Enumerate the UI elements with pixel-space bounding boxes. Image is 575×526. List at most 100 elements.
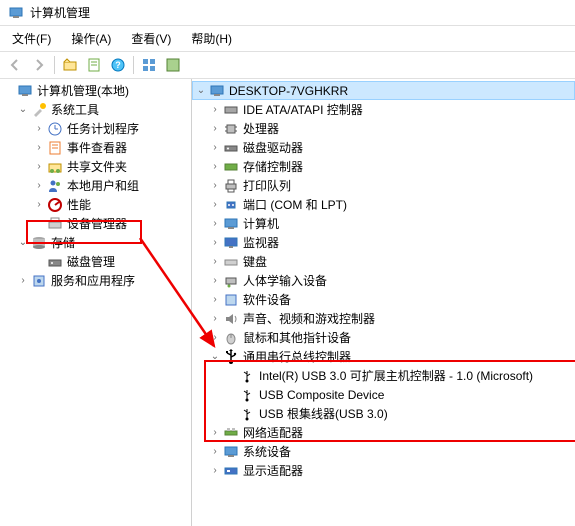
- expander-icon[interactable]: ›: [208, 141, 222, 155]
- expander-icon[interactable]: ›: [208, 464, 222, 478]
- computer-mgmt-icon: [17, 83, 33, 99]
- tree-label: 显示适配器: [243, 462, 303, 479]
- menu-file[interactable]: 文件(F): [4, 28, 59, 49]
- device-disk-drives[interactable]: › 磁盘驱动器: [192, 138, 575, 157]
- menu-help[interactable]: 帮助(H): [183, 28, 240, 49]
- ide-icon: [223, 102, 239, 118]
- sound-icon: [223, 311, 239, 327]
- device-tree-root[interactable]: ⌄ DESKTOP-7VGHKRR: [192, 81, 575, 100]
- view-button[interactable]: [138, 54, 160, 76]
- tree-task-scheduler[interactable]: › 任务计划程序: [0, 119, 191, 138]
- device-computers[interactable]: ›计算机: [192, 214, 575, 233]
- network-icon: [223, 425, 239, 441]
- expander-icon[interactable]: ›: [208, 198, 222, 212]
- tree-disk-mgmt[interactable]: 磁盘管理: [0, 252, 191, 271]
- device-network[interactable]: ›网络适配器: [192, 423, 575, 442]
- expander-icon[interactable]: ›: [208, 179, 222, 193]
- expander-icon[interactable]: ›: [32, 179, 46, 193]
- expander-icon[interactable]: ›: [32, 198, 46, 212]
- svg-text:?: ?: [115, 60, 121, 70]
- tree-label: 任务计划程序: [67, 120, 139, 137]
- expander-icon[interactable]: ›: [32, 160, 46, 174]
- tree-label: DESKTOP-7VGHKRR: [229, 84, 348, 98]
- device-sound[interactable]: ›声音、视频和游戏控制器: [192, 309, 575, 328]
- device-print-queues[interactable]: › 打印队列: [192, 176, 575, 195]
- device-software[interactable]: ›软件设备: [192, 290, 575, 309]
- app-icon: [8, 5, 24, 21]
- expander-icon[interactable]: ›: [208, 445, 222, 459]
- device-cpu[interactable]: ›处理器: [192, 119, 575, 138]
- tree-label: 端口 (COM 和 LPT): [243, 196, 347, 213]
- menu-view[interactable]: 查看(V): [123, 28, 179, 49]
- expander-icon[interactable]: ›: [16, 274, 30, 288]
- expander-icon[interactable]: ›: [208, 236, 222, 250]
- back-button[interactable]: [4, 54, 26, 76]
- tree-label: USB Composite Device: [259, 388, 384, 402]
- usb-device-icon: [239, 387, 255, 403]
- menu-action[interactable]: 操作(A): [63, 28, 119, 49]
- expander-icon[interactable]: ⌄: [16, 103, 30, 117]
- expander-icon[interactable]: ›: [208, 217, 222, 231]
- tree-label: 磁盘驱动器: [243, 139, 303, 156]
- tree-device-manager[interactable]: 设备管理器: [0, 214, 191, 233]
- device-mice[interactable]: ›鼠标和其他指针设备: [192, 328, 575, 347]
- device-sys-devices[interactable]: › 系统设备: [192, 442, 575, 461]
- tree-label: 打印队列: [243, 177, 291, 194]
- tree-system-tools[interactable]: ⌄ 系统工具: [0, 100, 191, 119]
- tree-performance[interactable]: › 性能: [0, 195, 191, 214]
- expander-icon[interactable]: ›: [32, 122, 46, 136]
- tree-root[interactable]: 计算机管理(本地): [0, 81, 191, 100]
- content-area: 计算机管理(本地) ⌄ 系统工具 › 任务计划程序 › 事件查看器 › 共享文件…: [0, 79, 575, 526]
- usb-icon: [223, 349, 239, 365]
- device-hid[interactable]: ›人体学输入设备: [192, 271, 575, 290]
- tree-event-viewer[interactable]: › 事件查看器: [0, 138, 191, 157]
- help-button[interactable]: ?: [107, 54, 129, 76]
- expander-icon[interactable]: ⌄: [208, 350, 222, 364]
- device-display[interactable]: › 显示适配器: [192, 461, 575, 480]
- device-manager-icon: [47, 216, 63, 232]
- expander-icon[interactable]: ›: [32, 141, 46, 155]
- tree-label: Intel(R) USB 3.0 可扩展主机控制器 - 1.0 (Microso…: [259, 367, 533, 384]
- tree-label: 共享文件夹: [67, 158, 127, 175]
- forward-button[interactable]: [28, 54, 50, 76]
- tree-label: 系统设备: [243, 443, 291, 460]
- device-usb-intel[interactable]: Intel(R) USB 3.0 可扩展主机控制器 - 1.0 (Microso…: [192, 366, 575, 385]
- expander-icon[interactable]: ›: [208, 103, 222, 117]
- expander-icon[interactable]: ›: [208, 160, 222, 174]
- tree-services-apps[interactable]: › 服务和应用程序: [0, 271, 191, 290]
- device-ide[interactable]: › IDE ATA/ATAPI 控制器: [192, 100, 575, 119]
- tree-storage[interactable]: ⌄ 存储: [0, 233, 191, 252]
- expander-icon[interactable]: ›: [208, 122, 222, 136]
- device-usb-hub[interactable]: USB 根集线器(USB 3.0): [192, 404, 575, 423]
- device-storage-ctrl[interactable]: ›存储控制器: [192, 157, 575, 176]
- device-monitors[interactable]: ›监视器: [192, 233, 575, 252]
- device-usb-composite[interactable]: USB Composite Device: [192, 385, 575, 404]
- software-icon: [223, 292, 239, 308]
- titlebar: 计算机管理: [0, 0, 575, 26]
- event-icon: [47, 140, 63, 156]
- expander-icon[interactable]: ›: [208, 293, 222, 307]
- tree-label: USB 根集线器(USB 3.0): [259, 405, 388, 422]
- expander-icon[interactable]: ›: [208, 312, 222, 326]
- device-usb[interactable]: ⌄通用串行总线控制器: [192, 347, 575, 366]
- device-ports[interactable]: › 端口 (COM 和 LPT): [192, 195, 575, 214]
- expander-icon[interactable]: ⌄: [16, 236, 30, 250]
- expander-icon[interactable]: ›: [208, 255, 222, 269]
- device-keyboards[interactable]: › 键盘: [192, 252, 575, 271]
- expander-icon[interactable]: ›: [208, 274, 222, 288]
- tree-label: 服务和应用程序: [51, 272, 135, 289]
- expander-icon[interactable]: ›: [208, 331, 222, 345]
- tree-shared-folders[interactable]: › 共享文件夹: [0, 157, 191, 176]
- properties-button[interactable]: [83, 54, 105, 76]
- disk-drive-icon: [223, 140, 239, 156]
- expander-icon[interactable]: ›: [208, 426, 222, 440]
- tools-icon: [31, 102, 47, 118]
- expander-icon[interactable]: ⌄: [194, 84, 208, 98]
- tree-local-users[interactable]: › 本地用户和组: [0, 176, 191, 195]
- tree-label: IDE ATA/ATAPI 控制器: [243, 101, 363, 118]
- printer-icon: [223, 178, 239, 194]
- tree-label: 键盘: [243, 253, 267, 270]
- up-button[interactable]: [59, 54, 81, 76]
- tree-label: 存储: [51, 234, 75, 251]
- refresh-button[interactable]: [162, 54, 184, 76]
